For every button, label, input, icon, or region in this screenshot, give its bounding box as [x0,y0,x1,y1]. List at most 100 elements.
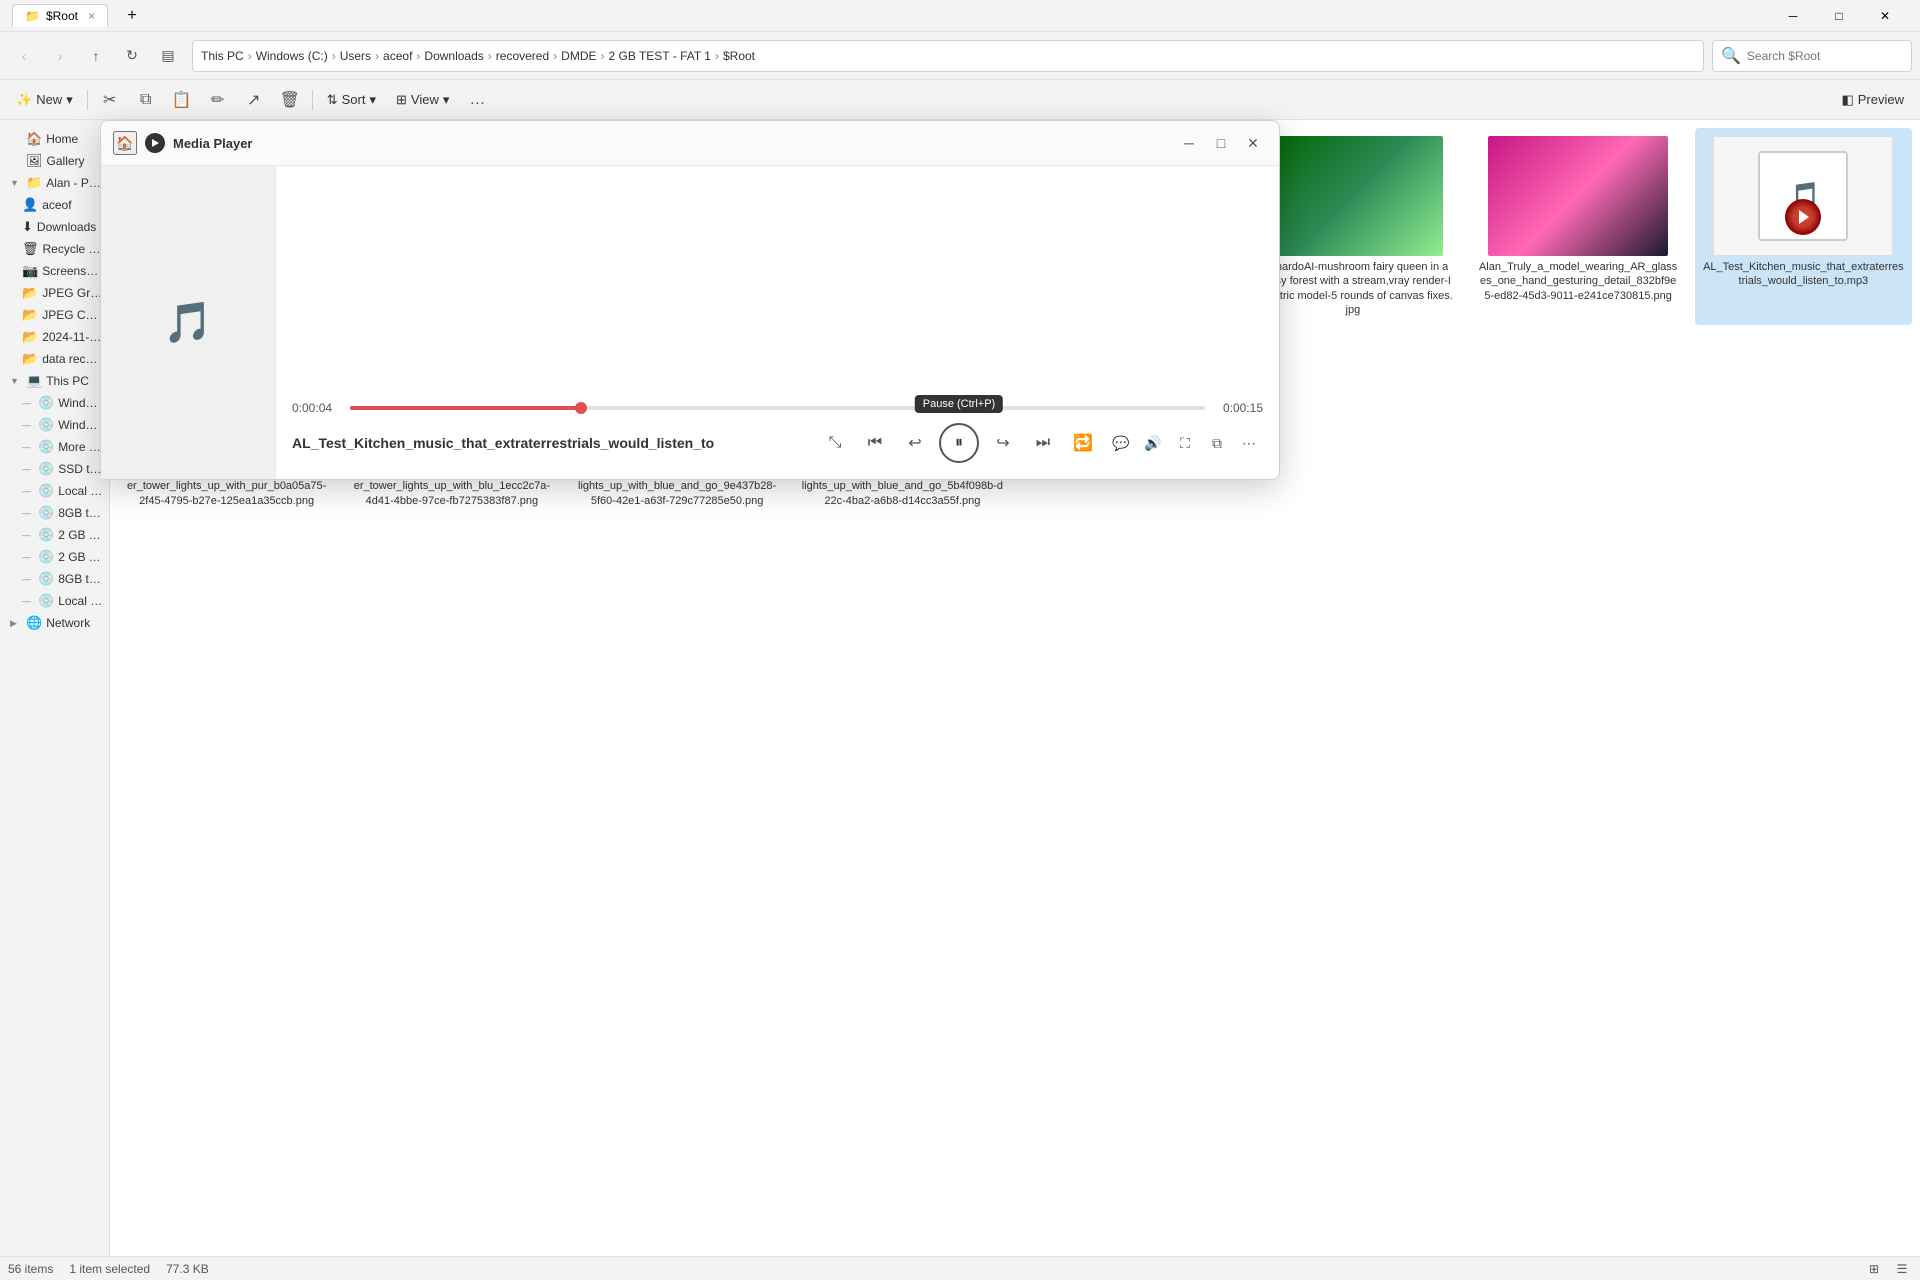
breadcrumb-windows-c[interactable]: Windows (C:) [256,49,328,63]
status-list-view-button[interactable]: ☰ [1892,1259,1912,1279]
mp-maximize-button[interactable]: □ [1207,129,1235,157]
sidebar-item-local-g2[interactable]: — 💿 Local Disk (G:) [2,590,107,612]
sidebar-item-this-pc[interactable]: ▼ 💻 This PC [2,370,107,392]
file-name: LeonardoAI-mushroom fairy queen in a mos… [1252,260,1453,317]
mp-shuffle-button[interactable]: ⤡ [819,427,851,459]
expand-icon: ▼ [10,376,22,386]
mp-rewind-button[interactable]: ↩ [899,427,931,459]
breadcrumb-users[interactable]: Users [340,49,371,63]
title-tab[interactable]: 📁 $Root × [12,4,108,27]
mp-fullscreen-button[interactable]: ⛶ [1171,429,1199,457]
copy-button[interactable]: ⧉ [130,84,162,116]
sidebar-this-pc-label: This PC [46,374,89,388]
mp-close-button[interactable]: ✕ [1239,129,1267,157]
status-right: ⊞ ☰ [1864,1259,1912,1279]
collapse-button[interactable]: ▤ [152,40,184,72]
list-item[interactable]: Alan_Truly_a_model_wearing_AR_glasses_on… [1470,128,1687,325]
toolbar: ✨ New ▾ ✂ ⧉ 📋 ✏ ↗ 🗑 ⇅ Sort ▾ ⊞ View ▾ … … [0,80,1920,120]
breadcrumb-2gb-test[interactable]: 2 GB TEST - FAT 1 [609,49,711,63]
sidebar-item-data-recov[interactable]: 📂 data recov test files [2,348,107,370]
mp-progress-bar[interactable] [350,406,1205,410]
sidebar-item-2gb-i[interactable]: — 💿 2 GB TEST (I:) [2,524,107,546]
mp-minimize-button[interactable]: ─ [1175,129,1203,157]
delete-button[interactable]: 🗑 [274,84,306,116]
view-button[interactable]: ⊞ View ▾ [388,84,457,116]
sidebar-item-gutter[interactable]: 📂 2024-11-10 gutter c [2,326,107,348]
sidebar-local-g2-label: Local Disk (G:) [58,594,103,608]
sidebar-item-downloads[interactable]: ⬇ Downloads [2,216,107,238]
sort-button[interactable]: ⇅ Sort ▾ [319,84,384,116]
breadcrumb-dmde[interactable]: DMDE [561,49,596,63]
breadcrumb-aceof[interactable]: aceof [383,49,412,63]
mp-volume-button[interactable]: 🔊 [1139,429,1167,457]
mp-repeat-button[interactable]: 🔁 [1067,427,1099,459]
sidebar-item-windows-d[interactable]: — 💿 Windows (D:) [2,414,107,436]
new-tab-button[interactable]: + [116,0,148,32]
sidebar-item-local-g[interactable]: — 💿 Local Disk (G:) [2,480,107,502]
file-name: Alan_Truly_a_model_wearing_AR_glasses_on… [1478,260,1679,303]
sidebar-item-windows-c[interactable]: — 💿 Windows (C:) [2,392,107,414]
mp-title: Media Player [173,136,253,151]
sidebar-item-alan-personal[interactable]: ▼ 📁 Alan - Personal [2,172,107,194]
new-button[interactable]: ✨ New ▾ [8,84,81,116]
mp-progress-area: 0:00:04 0:00:15 [292,401,1263,415]
breadcrumb-this-pc[interactable]: This PC [201,49,244,63]
up-button[interactable]: ↑ [80,40,112,72]
sidebar-8gb-h2-label: 8GB test partition (H:) [58,572,103,586]
mp-next-button[interactable]: ⏭ [1027,427,1059,459]
refresh-button[interactable]: ↻ [116,40,148,72]
sidebar-item-screenshots[interactable]: 📷 Screenshots [2,260,107,282]
mp-forward-button[interactable]: ↪ [987,427,1019,459]
mp-subtitles-button[interactable]: 💬 [1107,429,1135,457]
breadcrumb-downloads[interactable]: Downloads [424,49,483,63]
preview-button[interactable]: ◧ Preview [1833,84,1912,116]
mp-progress-fill [350,406,581,410]
mp-home-button[interactable]: 🏠 [113,131,137,155]
media-player-window: 🏠 Media Player ─ □ ✕ 🎵 0:00:04 [100,120,1280,480]
sidebar-item-recycle-bin[interactable]: 🗑 Recycle Bin [2,238,107,260]
mp-more-button[interactable]: ⋯ [1235,429,1263,457]
sidebar-item-jpeg-camera[interactable]: 📂 JPEG Camera file [2,304,107,326]
dash-icon: — [22,486,34,496]
dash-icon: — [22,552,34,562]
mp-miniplayer-button[interactable]: ⧉ [1203,429,1231,457]
rename-button[interactable]: ✏ [202,84,234,116]
breadcrumb-root[interactable]: $Root [723,49,755,63]
dash-icon: — [22,574,34,584]
mp-transport-right: 💬 🔊 ⛶ ⧉ ⋯ [1107,429,1263,457]
sidebar-item-network[interactable]: ▶ 🌐 Network [2,612,107,634]
sidebar-item-gallery[interactable]: 🖼 Gallery [2,150,107,172]
music-note-icon: 🎵 [163,299,213,346]
list-item[interactable]: 🎵 AL_Test_Kitchen_music_that_extraterres… [1695,128,1912,325]
mp-pause-button[interactable]: ⏸ [939,423,979,463]
tab-close[interactable]: × [88,9,95,23]
mp-prev-button[interactable]: ⏮ [859,427,891,459]
forward-button[interactable]: › [44,40,76,72]
minimize-button[interactable]: ─ [1770,0,1816,32]
back-button[interactable]: ‹ [8,40,40,72]
status-grid-view-button[interactable]: ⊞ [1864,1259,1884,1279]
search-input[interactable] [1747,49,1903,63]
title-bar: 📁 $Root × + ─ □ ✕ [0,0,1920,32]
sidebar-item-jpeg-graphics[interactable]: 📂 JPEG Graphics file [2,282,107,304]
sidebar-item-aceof[interactable]: 👤 aceof [2,194,107,216]
sidebar-item-8gb-h2[interactable]: — 💿 8GB test partition (H:) [2,568,107,590]
sidebar-item-8gb-h[interactable]: — 💿 8GB test partition (H:) [2,502,107,524]
share-button[interactable]: ↗ [238,84,270,116]
cut-button[interactable]: ✂ [94,84,126,116]
close-button[interactable]: ✕ [1862,0,1908,32]
dash-icon: — [22,420,34,430]
sidebar-item-home[interactable]: 🏠 Home [2,128,107,150]
toolbar-separator-1 [87,90,88,110]
address-bar: ‹ › ↑ ↻ ▤ This PC › Windows (C:) › Users… [0,32,1920,80]
new-icon: ✨ [16,92,32,108]
maximize-button[interactable]: □ [1816,0,1862,32]
sidebar-local-g-label: Local Disk (G:) [58,484,103,498]
sidebar-item-more-e[interactable]: — 💿 More (E:) [2,436,107,458]
breadcrumb-recovered[interactable]: recovered [496,49,549,63]
sidebar-item-2gb-i2[interactable]: — 💿 2 GB TEST (I:) [2,546,107,568]
paste-button[interactable]: 📋 [166,84,198,116]
sidebar-item-ssd-f[interactable]: — 💿 SSD test (F:) [2,458,107,480]
sidebar-2gb-i2-label: 2 GB TEST (I:) [58,550,103,564]
more-button[interactable]: … [461,84,493,116]
